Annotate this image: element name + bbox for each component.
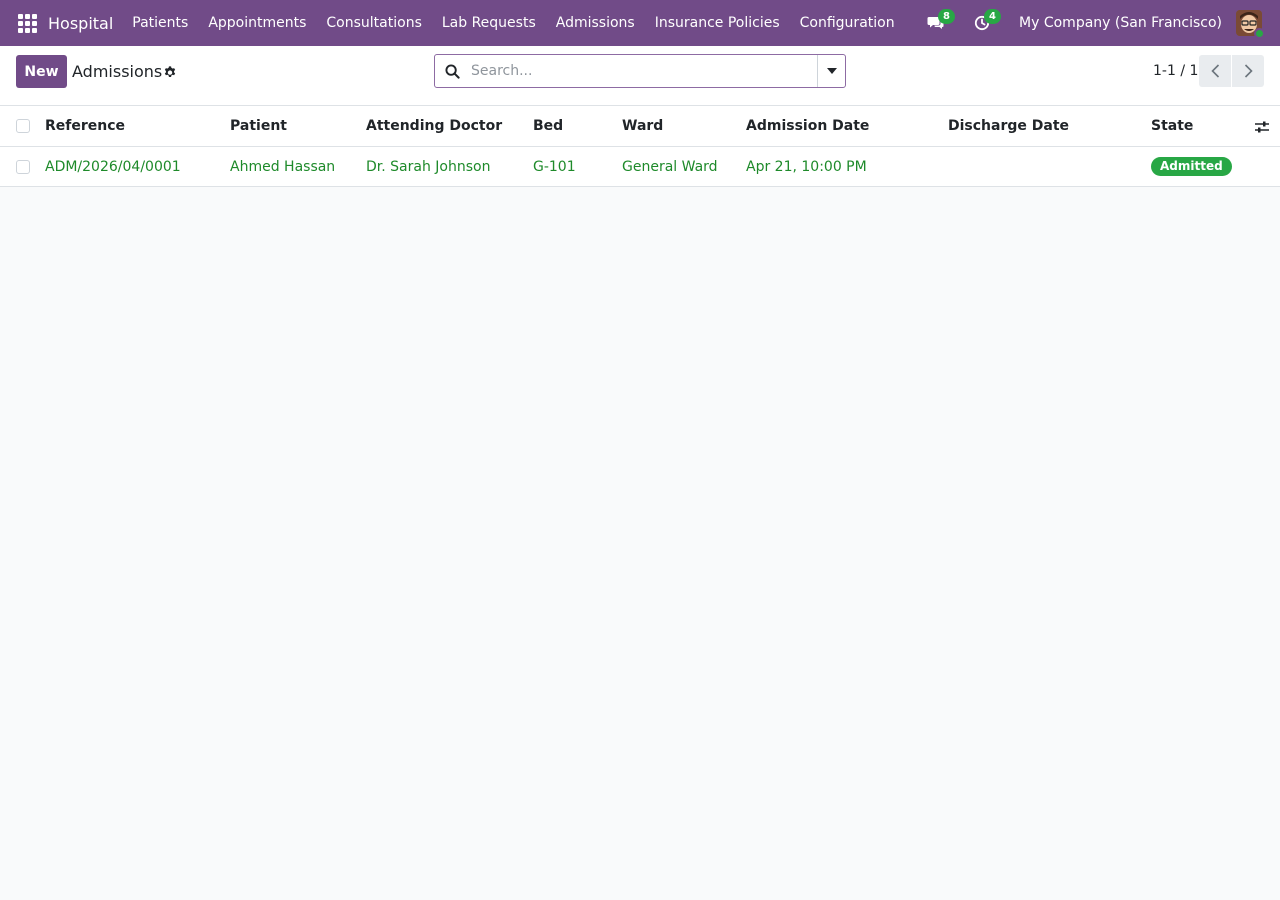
company-switcher[interactable]: My Company (San Francisco) [1019, 15, 1222, 31]
cell-state[interactable]: Admitted [1151, 147, 1232, 186]
activities-count-badge: 4 [984, 9, 1002, 24]
apps-grid-icon[interactable] [17, 13, 37, 33]
select-all-checkbox[interactable] [16, 119, 30, 133]
chevron-right-icon [1244, 64, 1253, 78]
cell-attending-doctor[interactable]: Dr. Sarah Johnson [366, 147, 490, 186]
column-header-reference[interactable]: Reference [45, 106, 125, 146]
column-header-state[interactable]: State [1151, 106, 1193, 146]
column-header-bed[interactable]: Bed [533, 106, 563, 146]
search-icon-container [435, 55, 469, 87]
cell-reference[interactable]: ADM/2026/04/0001 [45, 147, 181, 186]
cell-admission-date[interactable]: Apr 21, 10:00 PM [746, 147, 867, 186]
gear-icon[interactable] [163, 65, 177, 79]
pager-next-button[interactable] [1232, 55, 1264, 87]
menu-item-admissions[interactable]: Admissions [546, 0, 645, 46]
messages-button[interactable]: 8 [925, 9, 956, 34]
online-status-dot [1254, 28, 1265, 39]
column-header-attending-doctor[interactable]: Attending Doctor [366, 106, 502, 146]
pager-value[interactable]: 1-1 / 1 [1153, 63, 1198, 79]
admissions-list: Reference Patient Attending Doctor Bed W… [0, 106, 1280, 187]
cell-bed[interactable]: G-101 [533, 147, 576, 186]
new-button[interactable]: New [16, 55, 67, 88]
page-title: Admissions [72, 62, 163, 81]
search-icon [444, 63, 460, 79]
caret-down-icon [826, 68, 837, 74]
menu-item-appointments[interactable]: Appointments [198, 0, 316, 46]
row-checkbox[interactable] [16, 159, 30, 174]
control-panel: New Admissions 1-1 / 1 [0, 46, 1280, 106]
menu-item-patients[interactable]: Patients [122, 0, 198, 46]
cell-ward[interactable]: General Ward [622, 147, 718, 186]
messages-count-badge: 8 [938, 9, 956, 24]
app-brand[interactable]: Hospital [48, 14, 113, 33]
main-menu: Patients Appointments Consultations Lab … [122, 0, 904, 46]
search-options-toggle[interactable] [817, 55, 845, 87]
column-header-patient[interactable]: Patient [230, 106, 287, 146]
menu-item-insurance-policies[interactable]: Insurance Policies [645, 0, 790, 46]
column-header-ward[interactable]: Ward [622, 106, 663, 146]
top-navbar: Hospital Patients Appointments Consultat… [0, 0, 1280, 46]
table-row[interactable]: ADM/2026/04/0001 Ahmed Hassan Dr. Sarah … [0, 147, 1280, 187]
state-badge: Admitted [1151, 157, 1232, 176]
column-options-icon[interactable] [1254, 119, 1270, 135]
search-input[interactable] [469, 55, 817, 87]
column-header-discharge-date[interactable]: Discharge Date [948, 106, 1069, 146]
search-bar [434, 54, 846, 88]
pager-previous-button[interactable] [1199, 55, 1231, 87]
column-header-admission-date[interactable]: Admission Date [746, 106, 869, 146]
table-header-row: Reference Patient Attending Doctor Bed W… [0, 106, 1280, 147]
chevron-left-icon [1210, 64, 1219, 78]
menu-item-configuration[interactable]: Configuration [790, 0, 905, 46]
cell-patient[interactable]: Ahmed Hassan [230, 147, 335, 186]
user-avatar[interactable] [1236, 10, 1265, 39]
menu-item-lab-requests[interactable]: Lab Requests [432, 0, 546, 46]
navbar-systray: 8 4 My Company (San Francisco) [925, 0, 1280, 46]
activities-button[interactable]: 4 [971, 9, 1002, 34]
menu-item-consultations[interactable]: Consultations [316, 0, 431, 46]
